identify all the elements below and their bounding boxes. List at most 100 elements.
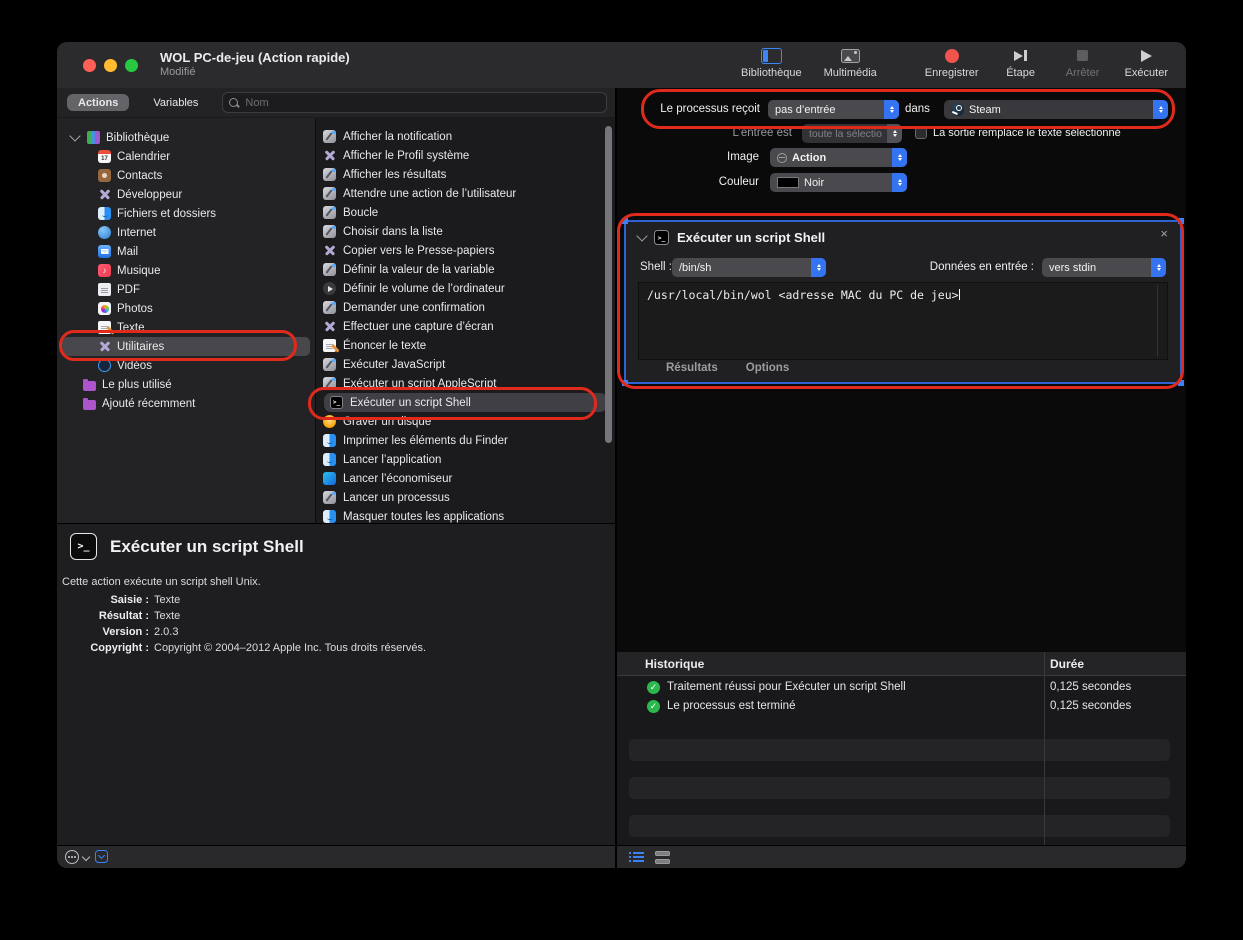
action-list-item[interactable]: Effectuer une capture d’écran bbox=[316, 317, 615, 336]
selection-handle[interactable] bbox=[1178, 380, 1184, 386]
action-list-item[interactable]: Afficher le Profil système bbox=[316, 146, 615, 165]
action-list-item[interactable]: Exécuter un script AppleScript bbox=[316, 374, 615, 393]
action-list-item[interactable]: Choisir dans la liste bbox=[316, 222, 615, 241]
finder-icon bbox=[323, 453, 336, 466]
action-list-item-executer-un-script-shell[interactable]: Exécuter un script Shell bbox=[324, 393, 607, 412]
popup-stepper-icon bbox=[884, 100, 899, 119]
toolbar-media-button[interactable]: Multimédia bbox=[824, 47, 877, 79]
action-list-item[interactable]: Demander une confirmation bbox=[316, 298, 615, 317]
shell-popup[interactable]: /bin/sh bbox=[672, 258, 826, 277]
finder-icon bbox=[323, 510, 336, 523]
panel-view-icon[interactable] bbox=[655, 851, 670, 864]
sidebar-item-label: Ajouté récemment bbox=[102, 398, 195, 410]
popup-value: Action bbox=[792, 152, 826, 164]
sidebar-item-ajoute-recemment[interactable]: Ajouté récemment bbox=[57, 394, 315, 413]
toolbar-record-button[interactable]: Enregistrer bbox=[925, 47, 979, 79]
history-row[interactable]: ✓ Le processus est terminé 0,125 seconde… bbox=[617, 697, 1186, 716]
sidebar-item-pdf[interactable]: PDF bbox=[57, 280, 315, 299]
search-field[interactable] bbox=[222, 92, 607, 113]
action-list-item[interactable]: Imprimer les éléments du Finder bbox=[316, 431, 615, 450]
more-options-icon[interactable] bbox=[65, 850, 79, 864]
sidebar-item-le-plus-utilise[interactable]: Le plus utilisé bbox=[57, 375, 315, 394]
action-image-icon bbox=[777, 153, 787, 163]
search-input[interactable] bbox=[243, 96, 600, 110]
action-label: Attendre une action de l’utilisateur bbox=[343, 188, 516, 200]
success-check-icon: ✓ bbox=[647, 681, 660, 694]
selection-handle[interactable] bbox=[622, 380, 628, 386]
sidebar-item-fichiers-et-dossiers[interactable]: Fichiers et dossiers bbox=[57, 204, 315, 223]
sidebar-item-mail[interactable]: Mail bbox=[57, 242, 315, 261]
action-list-item[interactable]: Lancer l’application bbox=[316, 450, 615, 469]
sidebar-item-musique[interactable]: Musique bbox=[57, 261, 315, 280]
color-popup[interactable]: Noir bbox=[770, 173, 907, 192]
run-icon bbox=[1141, 50, 1152, 62]
action-list-item[interactable]: Graver un disque bbox=[316, 412, 615, 431]
speaker-icon bbox=[323, 282, 336, 295]
selection-handle[interactable] bbox=[622, 218, 628, 224]
shell-script-editor[interactable]: /usr/local/bin/wol <adresse MAC du PC de… bbox=[638, 282, 1168, 360]
chevron-down-icon[interactable] bbox=[82, 853, 90, 861]
toolbar-run-button[interactable]: Exécuter bbox=[1125, 47, 1168, 79]
list-view-icon[interactable] bbox=[629, 852, 644, 863]
toolbar: Bibliothèque Multimédia Enregistrer Étap… bbox=[741, 47, 1186, 83]
image-popup[interactable]: Action bbox=[770, 148, 907, 167]
action-list-item[interactable]: Définir la valeur de la variable bbox=[316, 260, 615, 279]
application-popup[interactable]: Steam bbox=[944, 100, 1168, 119]
tab-actions[interactable]: Actions bbox=[67, 94, 129, 111]
sidebar-item-calendrier[interactable]: Calendrier bbox=[57, 147, 315, 166]
output-replaces-checkbox[interactable] bbox=[915, 127, 927, 139]
video-icon bbox=[98, 359, 111, 372]
action-list-item[interactable]: Masquer toutes les applications bbox=[316, 507, 615, 523]
toolbar-step-button[interactable]: Étape bbox=[1001, 47, 1041, 79]
input-data-popup[interactable]: vers stdin bbox=[1042, 258, 1166, 277]
sidebar-item-videos[interactable]: Vidéos bbox=[57, 356, 315, 375]
popup-stepper-icon bbox=[811, 258, 826, 277]
sidebar-item-utilitaires[interactable]: Utilitaires bbox=[62, 337, 310, 356]
chevron-down-icon[interactable] bbox=[69, 130, 80, 141]
action-list-item[interactable]: Énoncer le texte bbox=[316, 336, 615, 355]
image-label: Image bbox=[617, 148, 759, 167]
tab-variables[interactable]: Variables bbox=[142, 94, 209, 111]
zoom-window-button[interactable] bbox=[125, 59, 138, 72]
action-description-panel: Exécuter un script Shell Cette action ex… bbox=[57, 523, 615, 846]
smart-folder-icon bbox=[83, 400, 96, 410]
sidebar-item-photos[interactable]: Photos bbox=[57, 299, 315, 318]
toolbar-library-button[interactable]: Bibliothèque bbox=[741, 47, 802, 79]
chevron-down-icon[interactable] bbox=[636, 230, 647, 241]
minimize-window-button[interactable] bbox=[104, 59, 117, 72]
close-window-button[interactable] bbox=[83, 59, 96, 72]
pdf-icon bbox=[98, 283, 111, 296]
description-panel-toggle-icon[interactable] bbox=[95, 850, 108, 863]
screensaver-icon bbox=[323, 472, 336, 485]
action-list-item[interactable]: Boucle bbox=[316, 203, 615, 222]
action-list-item[interactable]: Attendre une action de l’utilisateur bbox=[316, 184, 615, 203]
history-row[interactable]: ✓ Traitement réussi pour Exécuter un scr… bbox=[617, 678, 1186, 697]
action-label: Boucle bbox=[343, 207, 378, 219]
action-list-item[interactable]: Afficher les résultats bbox=[316, 165, 615, 184]
sidebar-item-contacts[interactable]: Contacts bbox=[57, 166, 315, 185]
search-icon bbox=[229, 98, 238, 107]
automator-icon bbox=[323, 187, 336, 200]
process-input-popup[interactable]: pas d’entrée bbox=[768, 100, 899, 119]
sidebar-item-internet[interactable]: Internet bbox=[57, 223, 315, 242]
selection-handle[interactable] bbox=[1178, 218, 1184, 224]
action-list-item[interactable]: Copier vers le Presse-papiers bbox=[316, 241, 615, 260]
tab-resultats[interactable]: Résultats bbox=[666, 362, 718, 374]
titlebar: WOL PC-de-jeu (Action rapide) Modifié Bi… bbox=[57, 42, 1186, 89]
sidebar-item-bibliotheque[interactable]: Bibliothèque bbox=[57, 128, 315, 147]
tab-options[interactable]: Options bbox=[746, 362, 789, 374]
sidebar-item-label: Bibliothèque bbox=[106, 132, 169, 144]
action-list-item[interactable]: Exécuter JavaScript bbox=[316, 355, 615, 374]
output-replaces-label: La sortie remplace le texte sélectionné bbox=[933, 125, 1121, 141]
action-list-scrollbar[interactable] bbox=[605, 126, 612, 443]
sidebar-item-developpeur[interactable]: Développeur bbox=[57, 185, 315, 204]
close-action-button[interactable]: × bbox=[1160, 226, 1168, 241]
action-label: Choisir dans la liste bbox=[343, 226, 443, 238]
sidebar-item-texte[interactable]: Texte bbox=[57, 318, 315, 337]
action-list-item[interactable]: Lancer un processus bbox=[316, 488, 615, 507]
action-list-item[interactable]: Afficher la notification bbox=[316, 127, 615, 146]
description-fields: Saisie : Texte Résultat : Texte Version … bbox=[57, 594, 426, 654]
action-list-item[interactable]: Lancer l’économiseur bbox=[316, 469, 615, 488]
input-data-label: Données en entrée : bbox=[904, 258, 1034, 277]
action-list-item[interactable]: Définir le volume de l’ordinateur bbox=[316, 279, 615, 298]
